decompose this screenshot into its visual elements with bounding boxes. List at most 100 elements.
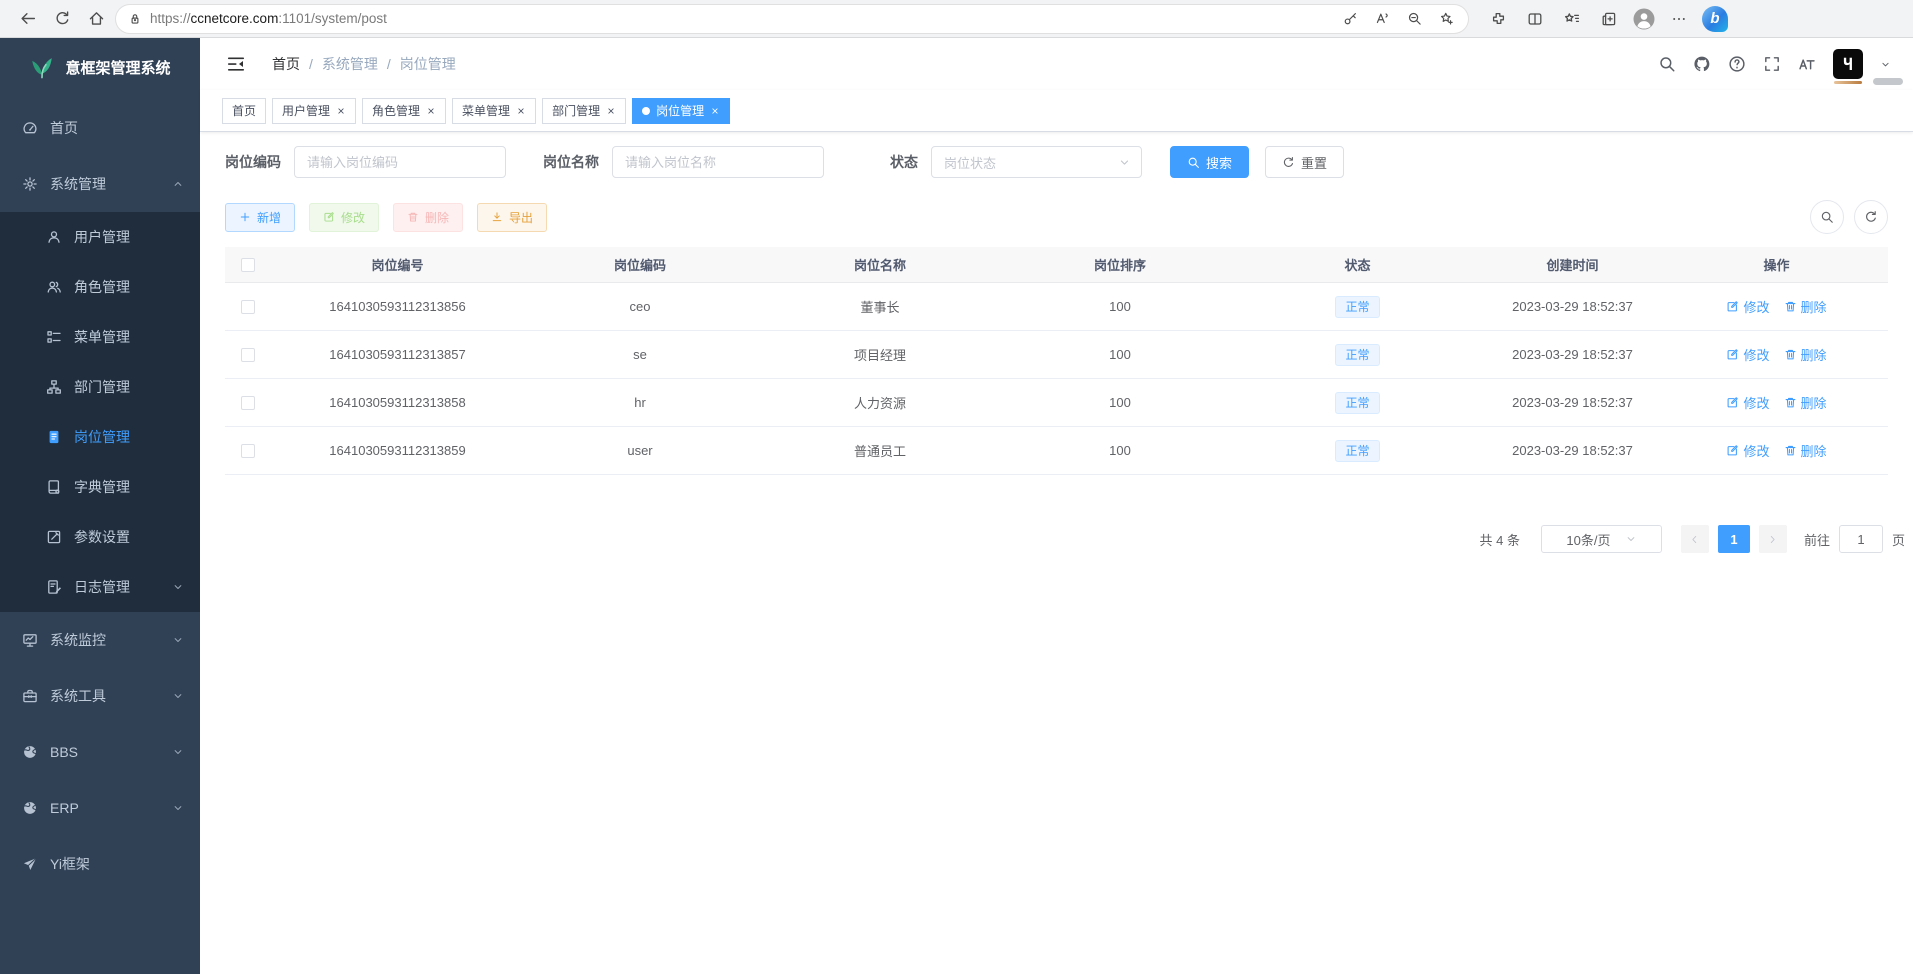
sidebar-item-系统工具[interactable]: 系统工具: [0, 668, 200, 724]
row-checkbox[interactable]: [241, 348, 255, 362]
font-size-icon[interactable]: [1798, 55, 1816, 73]
home-icon[interactable]: [82, 5, 110, 33]
sidebar-item-字典管理[interactable]: 字典管理: [0, 462, 200, 512]
row-delete-link[interactable]: 删除: [1784, 297, 1827, 316]
export-button[interactable]: 导出: [477, 203, 547, 232]
sidebar-item-用户管理[interactable]: 用户管理: [0, 212, 200, 262]
help-icon[interactable]: [1728, 55, 1746, 73]
extensions-icon[interactable]: [1484, 5, 1512, 33]
search-button[interactable]: 搜索: [1170, 146, 1249, 178]
post-name-input[interactable]: [612, 146, 824, 178]
user-avatar[interactable]: Ч: [1833, 49, 1863, 79]
cell-status: 正常: [1235, 296, 1480, 318]
table-body: 1641030593112313856ceo董事长100正常2023-03-29…: [225, 283, 1888, 475]
row-edit-link[interactable]: 修改: [1726, 393, 1769, 412]
sidebar-item-label: 用户管理: [74, 227, 184, 247]
breadcrumb-separator: /: [309, 56, 313, 72]
cell-created-time: 2023-03-29 18:52:37: [1480, 395, 1665, 410]
page-size-select[interactable]: 10条/页: [1541, 525, 1662, 553]
row-delete-link[interactable]: 删除: [1784, 345, 1827, 364]
breadcrumb-item-首页[interactable]: 首页: [272, 54, 300, 74]
status-select[interactable]: 岗位状态: [931, 146, 1142, 178]
tab-菜单管理[interactable]: 菜单管理: [452, 98, 536, 124]
sidebar-item-日志管理[interactable]: 日志管理: [0, 562, 200, 612]
sidebar-item-岗位管理[interactable]: 岗位管理: [0, 412, 200, 462]
refresh-table-button[interactable]: [1854, 200, 1888, 234]
row-delete-link[interactable]: 删除: [1784, 441, 1827, 460]
goto-page-input[interactable]: [1839, 525, 1883, 553]
cell-post-id: 1641030593112313858: [270, 395, 525, 410]
header-search-icon[interactable]: [1658, 55, 1676, 73]
tab-close-icon[interactable]: [424, 103, 438, 117]
row-checkbox[interactable]: [241, 444, 255, 458]
fullscreen-icon[interactable]: [1763, 55, 1781, 73]
more-menu-icon[interactable]: [1665, 5, 1693, 33]
browser-profile-avatar[interactable]: [1632, 7, 1656, 31]
sidebar-item-BBS[interactable]: BBS: [0, 724, 200, 780]
url-text[interactable]: https://ccnetcore.com:1101/system/post: [150, 11, 1330, 26]
row-checkbox[interactable]: [241, 396, 255, 410]
sidebar-item-label: 系统管理: [50, 174, 160, 194]
globe-icon: [22, 800, 38, 816]
column-header-创建时间: 创建时间: [1480, 255, 1665, 274]
tab-close-icon[interactable]: [334, 103, 348, 117]
sidebar-item-菜单管理[interactable]: 菜单管理: [0, 312, 200, 362]
avatar-caret-icon[interactable]: [1880, 59, 1891, 70]
back-icon[interactable]: [14, 5, 42, 33]
reset-button[interactable]: 重置: [1265, 146, 1344, 178]
row-edit-link[interactable]: 修改: [1726, 345, 1769, 364]
delete-button[interactable]: 删除: [393, 203, 463, 232]
prev-page-button[interactable]: [1681, 525, 1709, 553]
sidebar-item-首页[interactable]: 首页: [0, 100, 200, 156]
tab-角色管理[interactable]: 角色管理: [362, 98, 446, 124]
row-edit-link[interactable]: 修改: [1726, 441, 1769, 460]
lock-icon: [128, 12, 142, 26]
chevron-down-icon: [1118, 156, 1131, 169]
sidebar-item-系统管理[interactable]: 系统管理: [0, 156, 200, 212]
sidebar-item-Yi框架[interactable]: Yi框架: [0, 836, 200, 892]
cell-post-name: 董事长: [755, 297, 1005, 316]
row-edit-link-label: 修改: [1743, 345, 1769, 364]
page-scrollbar[interactable]: [1873, 78, 1903, 85]
edit-button[interactable]: 修改: [309, 203, 379, 232]
github-icon[interactable]: [1693, 55, 1711, 73]
add-favorite-icon[interactable]: [1434, 7, 1458, 31]
app-logo[interactable]: 意框架管理系统: [0, 38, 200, 96]
tab-岗位管理[interactable]: 岗位管理: [632, 98, 730, 124]
reload-icon[interactable]: [48, 5, 76, 33]
password-key-icon[interactable]: [1338, 7, 1362, 31]
goto-label: 前往: [1804, 530, 1830, 549]
tab-close-icon[interactable]: [604, 103, 618, 117]
sidebar-fold-icon[interactable]: [222, 50, 250, 78]
collections-icon[interactable]: [1595, 5, 1623, 33]
select-all-checkbox[interactable]: [241, 258, 255, 272]
tab-label: 岗位管理: [656, 102, 704, 119]
tab-用户管理[interactable]: 用户管理: [272, 98, 356, 124]
row-delete-link-label: 删除: [1801, 345, 1827, 364]
favorites-icon[interactable]: [1558, 5, 1586, 33]
row-edit-link[interactable]: 修改: [1726, 297, 1769, 316]
next-page-button[interactable]: [1759, 525, 1787, 553]
table-toolbar: 新增 修改 删除 导出: [225, 200, 1888, 234]
sidebar-item-系统监控[interactable]: 系统监控: [0, 612, 200, 668]
row-checkbox[interactable]: [241, 300, 255, 314]
sidebar-item-角色管理[interactable]: 角色管理: [0, 262, 200, 312]
tab-首页[interactable]: 首页: [222, 98, 266, 124]
sidebar-item-参数设置[interactable]: 参数设置: [0, 512, 200, 562]
sidebar-item-部门管理[interactable]: 部门管理: [0, 362, 200, 412]
address-bar[interactable]: https://ccnetcore.com:1101/system/post: [116, 5, 1468, 33]
tab-部门管理[interactable]: 部门管理: [542, 98, 626, 124]
post-code-input[interactable]: [294, 146, 506, 178]
row-delete-link[interactable]: 删除: [1784, 393, 1827, 412]
add-button[interactable]: 新增: [225, 203, 295, 232]
copilot-icon[interactable]: b: [1702, 6, 1728, 32]
split-screen-icon[interactable]: [1521, 5, 1549, 33]
tab-close-icon[interactable]: [514, 103, 528, 117]
page-number-1[interactable]: 1: [1718, 525, 1750, 553]
sidebar-item-ERP[interactable]: ERP: [0, 780, 200, 836]
show-search-button[interactable]: [1810, 200, 1844, 234]
edit-icon: [323, 211, 335, 223]
read-aloud-icon[interactable]: [1370, 7, 1394, 31]
tab-close-icon[interactable]: [708, 103, 722, 117]
zoom-out-icon[interactable]: [1402, 7, 1426, 31]
